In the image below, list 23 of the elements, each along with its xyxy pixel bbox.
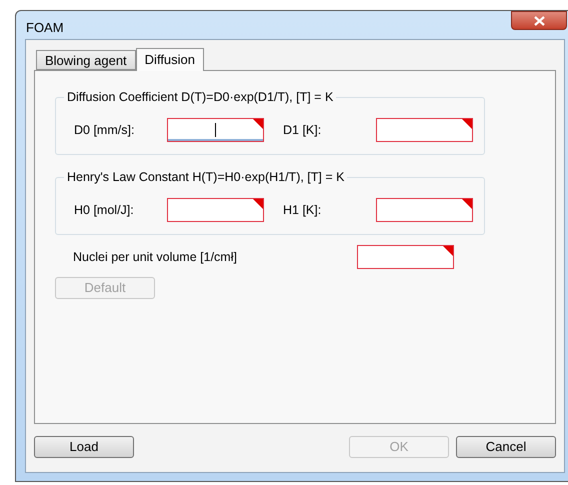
error-corner-icon (443, 246, 453, 256)
close-button[interactable] (511, 11, 567, 30)
field-label: Nuclei per unit volume [1/cmł] (72, 248, 238, 266)
error-corner-icon (462, 119, 472, 129)
input-field[interactable] (357, 245, 454, 269)
dialog-button[interactable]: Load (34, 436, 134, 458)
error-corner-icon (462, 199, 472, 209)
close-icon (534, 16, 544, 26)
input-field[interactable] (167, 118, 264, 142)
dialog-button[interactable]: Cancel (456, 436, 556, 458)
text-cursor (215, 123, 216, 137)
field-label: D0 [mm/s]: (74, 122, 136, 139)
field-label: H1 [K]: (282, 202, 322, 219)
field-label: D1 [K]: (282, 122, 322, 139)
error-corner-icon (253, 119, 263, 129)
input-field[interactable] (167, 198, 264, 222)
field-label: H0 [mol/J]: (74, 202, 135, 219)
input-field[interactable] (376, 118, 473, 142)
input-field[interactable] (376, 198, 473, 222)
tab[interactable]: Diffusion (136, 48, 204, 71)
error-corner-icon (253, 199, 263, 209)
tab[interactable]: Blowing agent (36, 50, 136, 70)
window-title: FOAM (26, 19, 64, 37)
